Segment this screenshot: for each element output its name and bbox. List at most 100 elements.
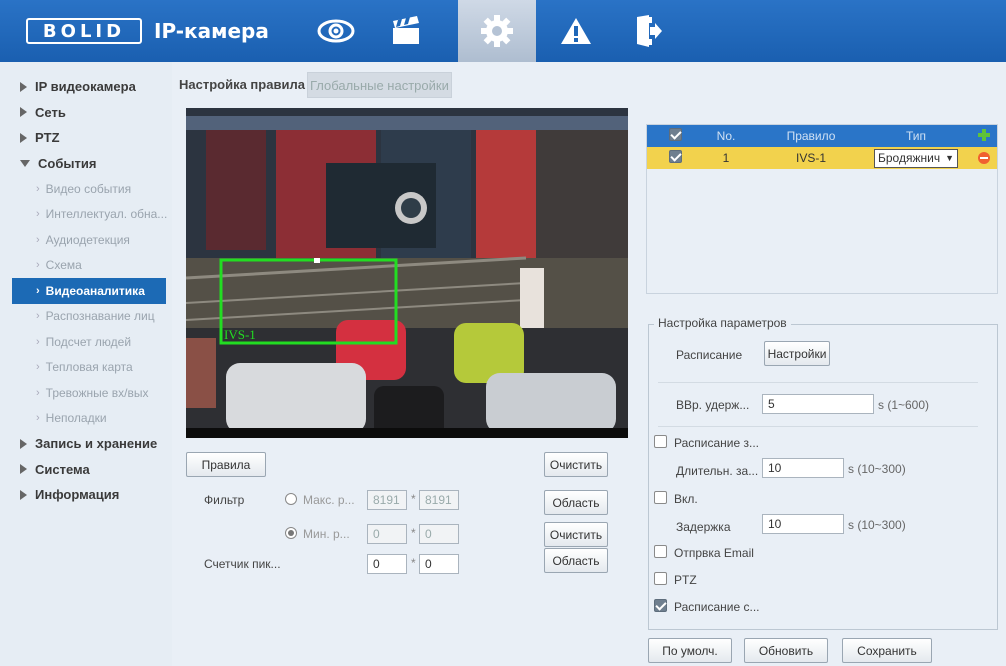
duration-label: Длительн. за... bbox=[676, 464, 759, 478]
alarm-tab[interactable] bbox=[546, 0, 606, 62]
chevron-right-icon: › bbox=[36, 386, 40, 399]
min-width-input[interactable]: 0 bbox=[367, 524, 407, 544]
video-preview[interactable]: IVS-1 bbox=[186, 108, 628, 438]
sidebar-item-storage[interactable]: Запись и хранение bbox=[0, 431, 172, 457]
col-rule: Правило bbox=[786, 129, 836, 143]
expand-arrow-icon bbox=[20, 132, 27, 143]
params-title: Настройка параметров bbox=[654, 316, 791, 330]
exit-door-icon bbox=[637, 15, 662, 47]
col-no: No. bbox=[716, 129, 736, 143]
sidebar-item-ptz[interactable]: PTZ bbox=[0, 125, 172, 151]
table-row[interactable]: 1 IVS-1 Бродяжнич ▼ bbox=[647, 147, 997, 169]
delay-input[interactable]: 10 bbox=[762, 514, 844, 534]
pixel-height-input[interactable]: 0 bbox=[419, 554, 459, 574]
enable-checkbox[interactable] bbox=[654, 491, 667, 504]
sidebar-item-events[interactable]: События bbox=[0, 151, 172, 177]
sidebar-subitem-face-recognition[interactable]: › Распознавание лиц bbox=[0, 304, 172, 330]
app-title: IP-камера bbox=[154, 19, 269, 43]
sidebar-item-ip-camera[interactable]: IP видеокамера bbox=[0, 74, 172, 100]
sidebar: IP видеокамера Сеть PTZ События › Видео с… bbox=[0, 62, 172, 666]
clapperboard-icon bbox=[393, 16, 419, 44]
delete-rule-icon[interactable] bbox=[978, 152, 990, 164]
main-content: Настройка правила Глобальные настройки I… bbox=[172, 62, 1006, 666]
clear-button[interactable]: Очистить bbox=[544, 452, 608, 477]
email-checkbox[interactable] bbox=[654, 545, 667, 558]
ptz-checkbox[interactable] bbox=[654, 572, 667, 585]
add-rule-icon[interactable] bbox=[971, 128, 997, 144]
area-button[interactable]: Область bbox=[544, 490, 608, 515]
area-button-2[interactable]: Область bbox=[544, 548, 608, 573]
default-button[interactable]: По умолч. bbox=[648, 638, 732, 663]
max-size-label: Макс. р... bbox=[303, 493, 355, 507]
rule-type-select[interactable]: Бродяжнич ▼ bbox=[874, 148, 958, 168]
col-type: Тип bbox=[905, 129, 926, 143]
camera-frame bbox=[186, 108, 628, 438]
min-height-input[interactable]: 0 bbox=[419, 524, 459, 544]
chevron-right-icon: › bbox=[36, 361, 40, 374]
playback-tab[interactable] bbox=[376, 0, 436, 62]
sidebar-subitem-label: Аудиодетекция bbox=[45, 232, 130, 247]
refresh-button[interactable]: Обновить bbox=[744, 638, 828, 663]
max-size-radio[interactable] bbox=[285, 493, 297, 505]
row-checkbox[interactable] bbox=[669, 150, 682, 163]
max-width-input[interactable]: 8191 bbox=[367, 490, 407, 510]
separator-star: * bbox=[411, 556, 416, 570]
select-all-checkbox[interactable] bbox=[669, 128, 682, 141]
row-rule-name: IVS-1 bbox=[795, 151, 826, 165]
tab-global-settings[interactable]: Глобальные настройки bbox=[306, 72, 452, 98]
sidebar-subitem-video-events[interactable]: › Видео события bbox=[0, 176, 172, 202]
clear-button-2[interactable]: Очистить bbox=[544, 522, 608, 547]
schedule-settings-button[interactable]: Настройки bbox=[764, 341, 830, 366]
sidebar-subitem-audio-detection[interactable]: › Аудиодетекция bbox=[0, 227, 172, 253]
pixel-counter-label: Счетчик пик... bbox=[204, 557, 281, 571]
chevron-right-icon: › bbox=[36, 335, 40, 348]
sidebar-item-system[interactable]: Система bbox=[0, 457, 172, 483]
row-no: 1 bbox=[722, 151, 730, 165]
chevron-right-icon: › bbox=[36, 284, 40, 297]
hold-input[interactable]: 5 bbox=[762, 394, 874, 414]
top-header: BOLID IP-камера bbox=[0, 0, 1006, 62]
tab-rule-setup[interactable]: Настройка правила bbox=[177, 72, 307, 98]
delay-label: Задержка bbox=[676, 520, 731, 534]
min-size-radio[interactable] bbox=[285, 527, 297, 539]
logout-tab[interactable] bbox=[618, 0, 678, 62]
sidebar-subitem-people-counting[interactable]: › Подсчет людей bbox=[0, 329, 172, 355]
sidebar-subitem-video-analytics[interactable]: › Видеоаналитика bbox=[12, 278, 166, 304]
enable-label: Вкл. bbox=[674, 492, 698, 506]
expand-arrow-icon bbox=[20, 107, 27, 118]
sidebar-subitem-alarm-io[interactable]: › Тревожные вх/вых bbox=[0, 380, 172, 406]
sidebar-subitem-scheme[interactable]: › Схема bbox=[0, 253, 172, 279]
delay-range: s (10~300) bbox=[848, 518, 906, 532]
sidebar-subitem-faults[interactable]: › Неполадки bbox=[0, 406, 172, 432]
expand-arrow-icon bbox=[20, 438, 27, 449]
schedule-snap-label: Расписание с... bbox=[674, 600, 760, 614]
schedule-rec-label: Расписание з... bbox=[674, 436, 759, 450]
sidebar-item-network[interactable]: Сеть bbox=[0, 100, 172, 126]
max-height-input[interactable]: 8191 bbox=[419, 490, 459, 510]
live-view-tab[interactable] bbox=[306, 0, 366, 62]
sidebar-subitem-label: Неполадки bbox=[45, 411, 107, 426]
gear-icon bbox=[481, 15, 513, 47]
schedule-rec-checkbox[interactable] bbox=[654, 435, 667, 448]
sidebar-subitem-heat-map[interactable]: › Тепловая карта bbox=[0, 355, 172, 381]
sidebar-item-label: IP видеокамера bbox=[35, 79, 136, 95]
duration-input[interactable]: 10 bbox=[762, 458, 844, 478]
chevron-down-icon: ▼ bbox=[945, 153, 954, 163]
eye-icon bbox=[317, 19, 355, 43]
sidebar-item-label: Система bbox=[35, 461, 90, 477]
sidebar-subitem-label: Тепловая карта bbox=[45, 360, 133, 375]
expand-arrow-icon bbox=[20, 489, 27, 500]
hold-range: s (1~600) bbox=[878, 398, 930, 412]
brand-logo: BOLID bbox=[26, 18, 142, 44]
sidebar-subitem-smart-detection[interactable]: › Интеллектуал. обна... bbox=[0, 202, 172, 228]
save-button[interactable]: Сохранить bbox=[842, 638, 932, 663]
sidebar-item-info[interactable]: Информация bbox=[0, 482, 172, 508]
settings-tab[interactable] bbox=[458, 0, 536, 62]
schedule-snap-checkbox[interactable] bbox=[654, 599, 667, 612]
sidebar-subitem-label: Тревожные вх/вых bbox=[45, 385, 149, 400]
separator-star: * bbox=[411, 526, 416, 540]
rule-type-value: Бродяжнич bbox=[878, 151, 941, 165]
table-header: No. Правило Тип bbox=[647, 125, 997, 147]
rules-button[interactable]: Правила bbox=[186, 452, 266, 477]
pixel-width-input[interactable]: 0 bbox=[367, 554, 407, 574]
